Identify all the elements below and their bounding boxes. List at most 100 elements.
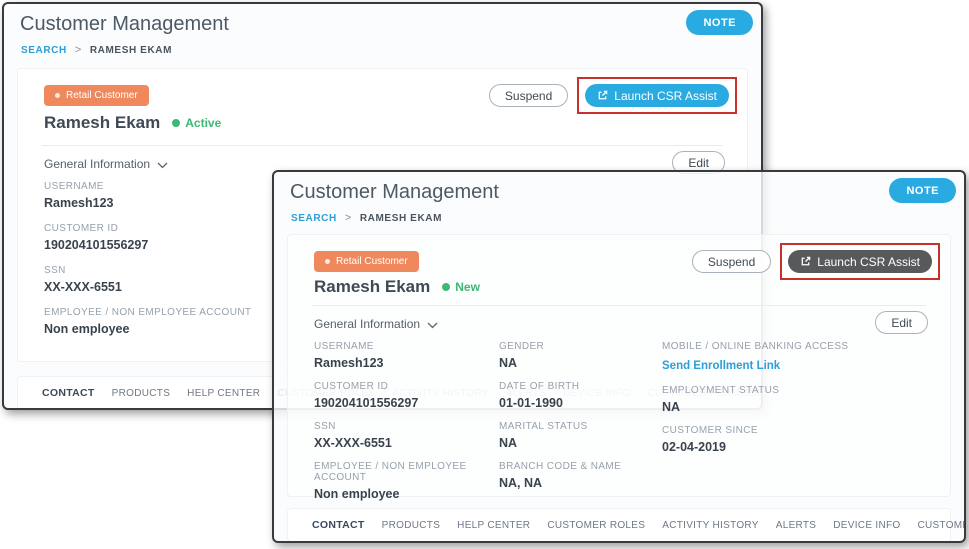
fields-column-2: GENDER NA DATE OF BIRTH 01-01-1990 MARIT…	[499, 341, 662, 512]
badge-label: Retail Customer	[336, 256, 408, 267]
field-label: USERNAME	[44, 181, 251, 192]
field-value: NA	[499, 436, 662, 450]
field-label: EMPLOYEE / NON EMPLOYEE ACCOUNT	[314, 461, 499, 483]
field-value: 190204101556297	[44, 238, 251, 252]
external-link-icon	[597, 90, 608, 101]
tab-products[interactable]: PRODUCTS	[382, 520, 441, 531]
field-employment-status: EMPLOYMENT STATUS NA	[662, 385, 926, 414]
breadcrumb-chevron-icon: >	[345, 212, 352, 224]
field-label: EMPLOYMENT STATUS	[662, 385, 926, 396]
field-marital-status: MARITAL STATUS NA	[499, 421, 662, 450]
badge-dot-icon	[55, 93, 60, 98]
general-info-fields: USERNAME Ramesh123 CUSTOMER ID 190204101…	[44, 181, 251, 349]
field-value: Non employee	[44, 322, 251, 336]
breadcrumb: SEARCH > RAMESH EKAM	[21, 44, 172, 56]
breadcrumb-search-link[interactable]: SEARCH	[21, 45, 67, 56]
field-label: DATE OF BIRTH	[499, 381, 662, 392]
tab-contact[interactable]: CONTACT	[312, 519, 365, 531]
tab-products[interactable]: PRODUCTS	[112, 388, 171, 399]
csr-assist-highlight-box: Launch CSR Assist	[577, 77, 737, 114]
page-title: Customer Management	[290, 181, 499, 204]
customer-summary-card: Retail Customer Suspend Launch CSR Assis…	[287, 234, 951, 497]
field-customer-id: CUSTOMER ID 190204101556297	[44, 223, 251, 252]
tab-customer-roles[interactable]: CUSTOMER ROLES	[547, 520, 645, 531]
breadcrumb-search-link[interactable]: SEARCH	[291, 213, 337, 224]
note-button[interactable]: NOTE	[889, 178, 956, 203]
field-value: Ramesh123	[44, 196, 251, 210]
send-enrollment-link[interactable]: Send Enrollment Link	[662, 360, 780, 372]
customer-name-row: Ramesh Ekam Active	[44, 113, 221, 133]
field-gender: GENDER NA	[499, 341, 662, 370]
launch-csr-assist-button[interactable]: Launch CSR Assist	[788, 250, 932, 273]
breadcrumb-current: RAMESH EKAM	[90, 45, 172, 56]
launch-csr-assist-button[interactable]: Launch CSR Assist	[585, 84, 729, 107]
field-label: CUSTOMER ID	[314, 381, 499, 392]
tab-alerts[interactable]: ALERTS	[776, 520, 817, 531]
tab-bar: CONTACT PRODUCTS HELP CENTER CUSTOMER RO…	[288, 509, 950, 541]
tab-help-center[interactable]: HELP CENTER	[187, 388, 260, 399]
tab-device-info[interactable]: DEVICE INFO	[833, 520, 900, 531]
field-mobile-online-banking: MOBILE / ONLINE BANKING ACCESS Send Enro…	[662, 341, 926, 374]
field-customer-since: CUSTOMER SINCE 02-04-2019	[662, 425, 926, 454]
customer-type-badge: Retail Customer	[44, 85, 149, 106]
field-date-of-birth: DATE OF BIRTH 01-01-1990	[499, 381, 662, 410]
breadcrumb-current: RAMESH EKAM	[360, 213, 442, 224]
status-dot-icon	[442, 283, 450, 291]
header-actions: Suspend Launch CSR Assist	[489, 77, 737, 114]
field-label: CUSTOMER SINCE	[662, 425, 926, 436]
status-label: New	[455, 280, 480, 294]
customer-name: Ramesh Ekam	[314, 277, 430, 297]
chevron-down-icon	[427, 322, 438, 329]
general-information-toggle[interactable]: General Information	[314, 317, 438, 331]
badge-dot-icon	[325, 259, 330, 264]
field-employee-account: EMPLOYEE / NON EMPLOYEE ACCOUNT Non empl…	[314, 461, 499, 501]
field-ssn: SSN XX-XXX-6551	[314, 421, 499, 450]
customer-name-row: Ramesh Ekam New	[314, 277, 480, 297]
tab-customer-permissions[interactable]: CUSTOMER PERMISSIONS	[917, 520, 966, 531]
suspend-button[interactable]: Suspend	[489, 84, 568, 107]
status-dot-icon	[172, 119, 180, 127]
suspend-button[interactable]: Suspend	[692, 250, 771, 273]
general-info-fields: USERNAME Ramesh123 CUSTOMER ID 190204101…	[314, 341, 926, 512]
edit-button[interactable]: Edit	[875, 311, 928, 334]
tab-activity-history[interactable]: ACTIVITY HISTORY	[662, 520, 759, 531]
field-value: 02-04-2019	[662, 440, 926, 454]
field-label: MOBILE / ONLINE BANKING ACCESS	[662, 341, 926, 352]
field-value: Ramesh123	[314, 356, 499, 370]
badge-label: Retail Customer	[66, 90, 138, 101]
launch-csr-assist-label: Launch CSR Assist	[614, 89, 717, 103]
divider	[42, 145, 723, 146]
field-label: CUSTOMER ID	[44, 223, 251, 234]
tab-help-center[interactable]: HELP CENTER	[457, 520, 530, 531]
field-value: 190204101556297	[314, 396, 499, 410]
fields-column-1: USERNAME Ramesh123 CUSTOMER ID 190204101…	[314, 341, 499, 512]
tab-bar-card: CONTACT PRODUCTS HELP CENTER CUSTOMER RO…	[287, 508, 951, 542]
field-username: USERNAME Ramesh123	[44, 181, 251, 210]
breadcrumb: SEARCH > RAMESH EKAM	[291, 212, 442, 224]
section-title: General Information	[44, 157, 150, 171]
external-link-icon	[800, 256, 811, 267]
field-label: SSN	[314, 421, 499, 432]
field-ssn: SSN XX-XXX-6551	[44, 265, 251, 294]
field-label: GENDER	[499, 341, 662, 352]
field-value: Non employee	[314, 487, 499, 501]
launch-csr-assist-label: Launch CSR Assist	[817, 255, 920, 269]
field-value: NA	[499, 356, 662, 370]
breadcrumb-chevron-icon: >	[75, 44, 82, 56]
field-value: 01-01-1990	[499, 396, 662, 410]
field-label: MARITAL STATUS	[499, 421, 662, 432]
fields-column-3: MOBILE / ONLINE BANKING ACCESS Send Enro…	[662, 341, 926, 512]
page-title: Customer Management	[20, 13, 229, 36]
general-information-toggle[interactable]: General Information	[44, 157, 168, 171]
section-title: General Information	[314, 317, 420, 331]
field-label: EMPLOYEE / NON EMPLOYEE ACCOUNT	[44, 307, 251, 318]
field-value: XX-XXX-6551	[44, 280, 251, 294]
field-username: USERNAME Ramesh123	[314, 341, 499, 370]
divider	[312, 305, 926, 306]
status-badge: Active	[172, 116, 221, 130]
status-badge: New	[442, 280, 480, 294]
tab-contact[interactable]: CONTACT	[42, 387, 95, 399]
field-branch-code-name: BRANCH CODE & NAME NA, NA	[499, 461, 662, 490]
note-button[interactable]: NOTE	[686, 10, 753, 35]
customer-type-badge: Retail Customer	[314, 251, 419, 272]
